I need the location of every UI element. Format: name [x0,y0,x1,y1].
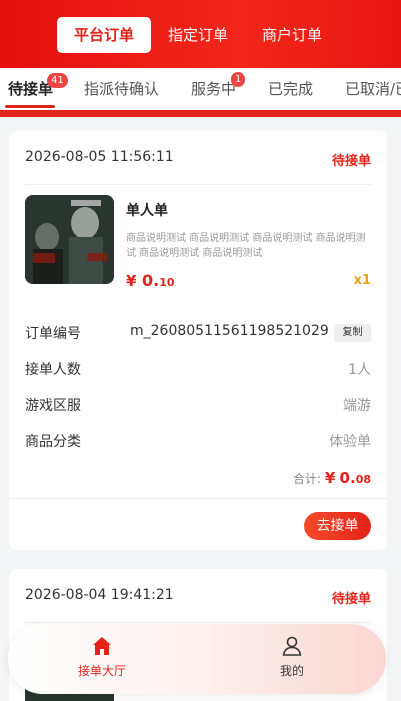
tab-label: 指派待确认 [84,80,160,98]
price-decimal: 10 [159,276,175,289]
product-quantity: x1 [353,273,371,288]
game-server-label: 游戏区服 [25,398,81,414]
game-server-value: 端游 [343,398,371,414]
copy-button[interactable]: 复制 [334,324,371,342]
active-tab-indicator [5,105,55,108]
nav-label: 我的 [279,664,304,678]
order-status: 待接单 [331,154,371,169]
order-status: 待接单 [331,592,371,607]
segment-assigned-orders[interactable]: 指定订单 [160,17,236,53]
total-symbol: ¥ [324,469,336,487]
home-icon [93,637,111,655]
tab-label: 已完成 [268,80,314,98]
divider [25,184,371,185]
tab-in-service[interactable]: 服务中 [191,68,236,110]
total-decimal: 08 [355,473,371,486]
total-label: 合计: [293,472,322,486]
order-datetime: 2026-08-05 11:56:11 [25,149,174,165]
user-icon [282,636,302,656]
people-count-value: 1人 [348,362,371,378]
product-price: ¥ 0.10 [126,271,175,290]
order-card[interactable]: 2026-08-05 11:56:11 待接单 单人单 商品说明测试 商品说明测… [9,131,387,550]
tabs-accent-line [0,110,401,117]
tab-completed[interactable]: 已完成 [268,68,313,110]
tab-pending-badge: 41 [47,73,68,88]
nav-label: 接单大厅 [77,664,126,678]
price-integer: 0. [142,271,160,290]
divider [9,498,387,499]
price-symbol: ¥ [126,272,137,290]
product-description: 商品说明测试 商品说明测试 商品说明测试 商品说明测试 商品说明测试 商品说明测… [126,233,366,259]
segment-platform-orders[interactable]: 平台订单 [57,17,151,53]
tab-cancelled[interactable]: 已取消/已 [345,68,401,110]
order-no-value: m_26080511561198521029 [130,323,329,339]
people-count-label: 接单人数 [25,362,81,378]
status-tabs: 待接单 41 指派待确认 服务中 1 已完成 已取消/已 [0,68,401,110]
tab-pending[interactable]: 待接单 [8,68,53,110]
tab-assign-confirm[interactable]: 指派待确认 [84,68,159,110]
order-datetime: 2026-08-04 19:41:21 [25,587,174,603]
tab-label: 服务中 [191,80,237,98]
segment-merchant-orders[interactable]: 商户订单 [253,17,331,53]
accept-order-button[interactable]: 去接单 [304,512,371,540]
bottom-nav: 接单大厅 我的 [8,624,386,694]
tab-label: 已取消/已 [345,80,401,98]
game-art-image [25,195,114,284]
category-label: 商品分类 [25,434,81,450]
nav-order-hall[interactable]: 接单大厅 [52,634,152,686]
order-no-label: 订单编号 [25,326,81,342]
nav-mine[interactable]: 我的 [242,634,342,686]
header-bar: 平台订单 指定订单 商户订单 [0,0,401,68]
divider [25,622,371,623]
tab-label: 待接单 [8,80,54,98]
tab-in-service-badge: 1 [231,72,246,87]
product-title: 单人单 [126,203,168,219]
category-value: 体验单 [329,434,371,450]
order-total: 合计: ¥ 0.08 [293,469,371,487]
total-integer: 0. [339,469,356,487]
product-thumbnail [25,195,114,284]
